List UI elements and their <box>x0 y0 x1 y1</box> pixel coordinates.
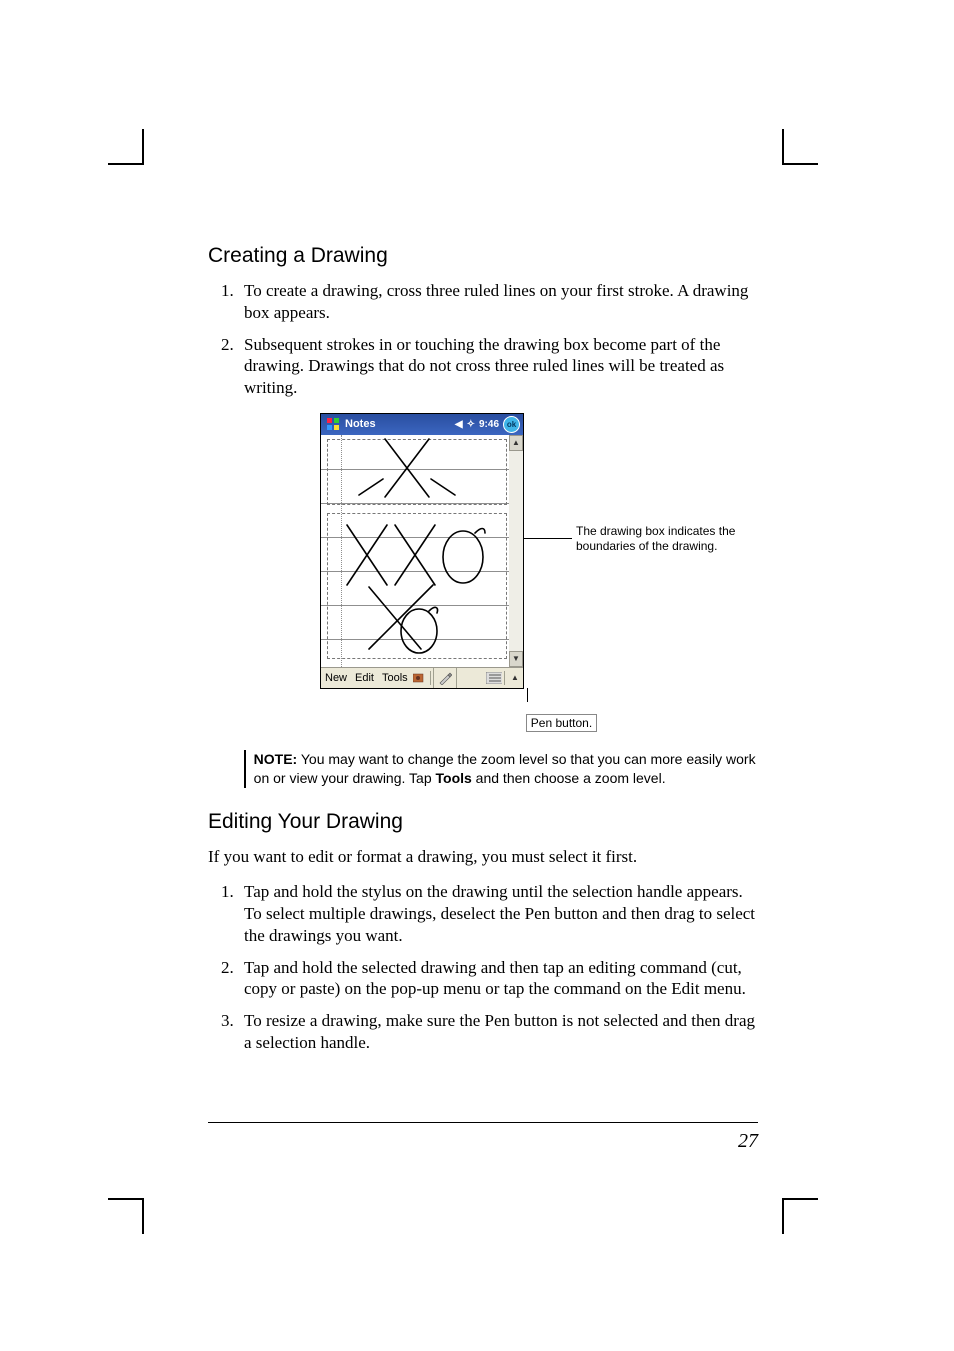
crop-mark <box>108 163 144 165</box>
recording-icon[interactable] <box>412 670 428 686</box>
sip-up-icon[interactable]: ▲ <box>507 670 523 686</box>
section-heading-editing: Editing Your Drawing <box>208 810 758 834</box>
pen-icon <box>437 670 453 686</box>
footer-rule <box>208 1122 758 1123</box>
menu-tools[interactable]: Tools <box>378 668 412 688</box>
crop-mark <box>782 1198 818 1200</box>
note-tools-word: Tools <box>436 770 472 786</box>
clock-text: 9:46 <box>479 419 499 430</box>
step-item: To create a drawing, cross three ruled l… <box>238 280 758 324</box>
app-menubar: New Edit Tools <box>321 667 523 688</box>
window-titlebar: Notes ◀ ✧ 9:46 ok <box>321 414 523 435</box>
callout-leader <box>524 538 572 539</box>
note-block: NOTE: You may want to change the zoom le… <box>244 750 758 788</box>
pen-button[interactable] <box>433 668 457 688</box>
ok-button[interactable]: ok <box>503 416 520 433</box>
note-body-after: and then choose a zoom level. <box>472 770 666 786</box>
section-heading-creating: Creating a Drawing <box>208 244 758 268</box>
callout-pen-label: Pen button. <box>526 714 597 732</box>
crop-mark <box>142 1198 144 1234</box>
note-prefix: NOTE: <box>254 751 298 767</box>
keyboard-icon[interactable] <box>486 670 502 686</box>
speaker-icon: ◀ <box>455 419 463 430</box>
menu-new[interactable]: New <box>321 668 351 688</box>
scroll-up-button[interactable]: ▲ <box>509 435 523 451</box>
signal-icon: ✧ <box>467 419 475 430</box>
window-title: Notes <box>345 418 455 430</box>
step-item: To resize a drawing, make sure the Pen b… <box>238 1010 758 1054</box>
step-item: Tap and hold the stylus on the drawing u… <box>238 881 758 946</box>
step-item: Subsequent strokes in or touching the dr… <box>238 334 758 399</box>
crop-mark <box>782 163 818 165</box>
ok-label: ok <box>507 420 516 429</box>
vertical-scrollbar[interactable]: ▲ ▼ <box>509 435 523 667</box>
crop-mark <box>108 1198 144 1200</box>
device-screenshot: Notes ◀ ✧ 9:46 ok <box>320 413 524 689</box>
drawing-canvas <box>321 435 509 667</box>
menu-edit[interactable]: Edit <box>351 668 378 688</box>
figure-notes-app: Notes ◀ ✧ 9:46 ok <box>208 413 758 732</box>
start-icon <box>324 415 342 433</box>
note-text: NOTE: You may want to change the zoom le… <box>254 750 758 788</box>
editing-intro: If you want to edit or format a drawing,… <box>208 846 758 868</box>
callout-drawbox-text: The drawing box indicates the boundaries… <box>576 524 744 553</box>
crop-mark <box>142 129 144 165</box>
callout-pen-button: Pen button. <box>527 688 597 732</box>
crop-mark <box>782 129 784 165</box>
steps-list-creating: To create a drawing, cross three ruled l… <box>208 280 758 399</box>
crop-mark <box>782 1198 784 1234</box>
page-number: 27 <box>738 1130 758 1153</box>
step-item: Tap and hold the selected drawing and th… <box>238 957 758 1001</box>
note-bar <box>244 750 246 788</box>
scroll-down-button[interactable]: ▼ <box>509 651 523 667</box>
steps-list-editing: Tap and hold the stylus on the drawing u… <box>208 881 758 1053</box>
